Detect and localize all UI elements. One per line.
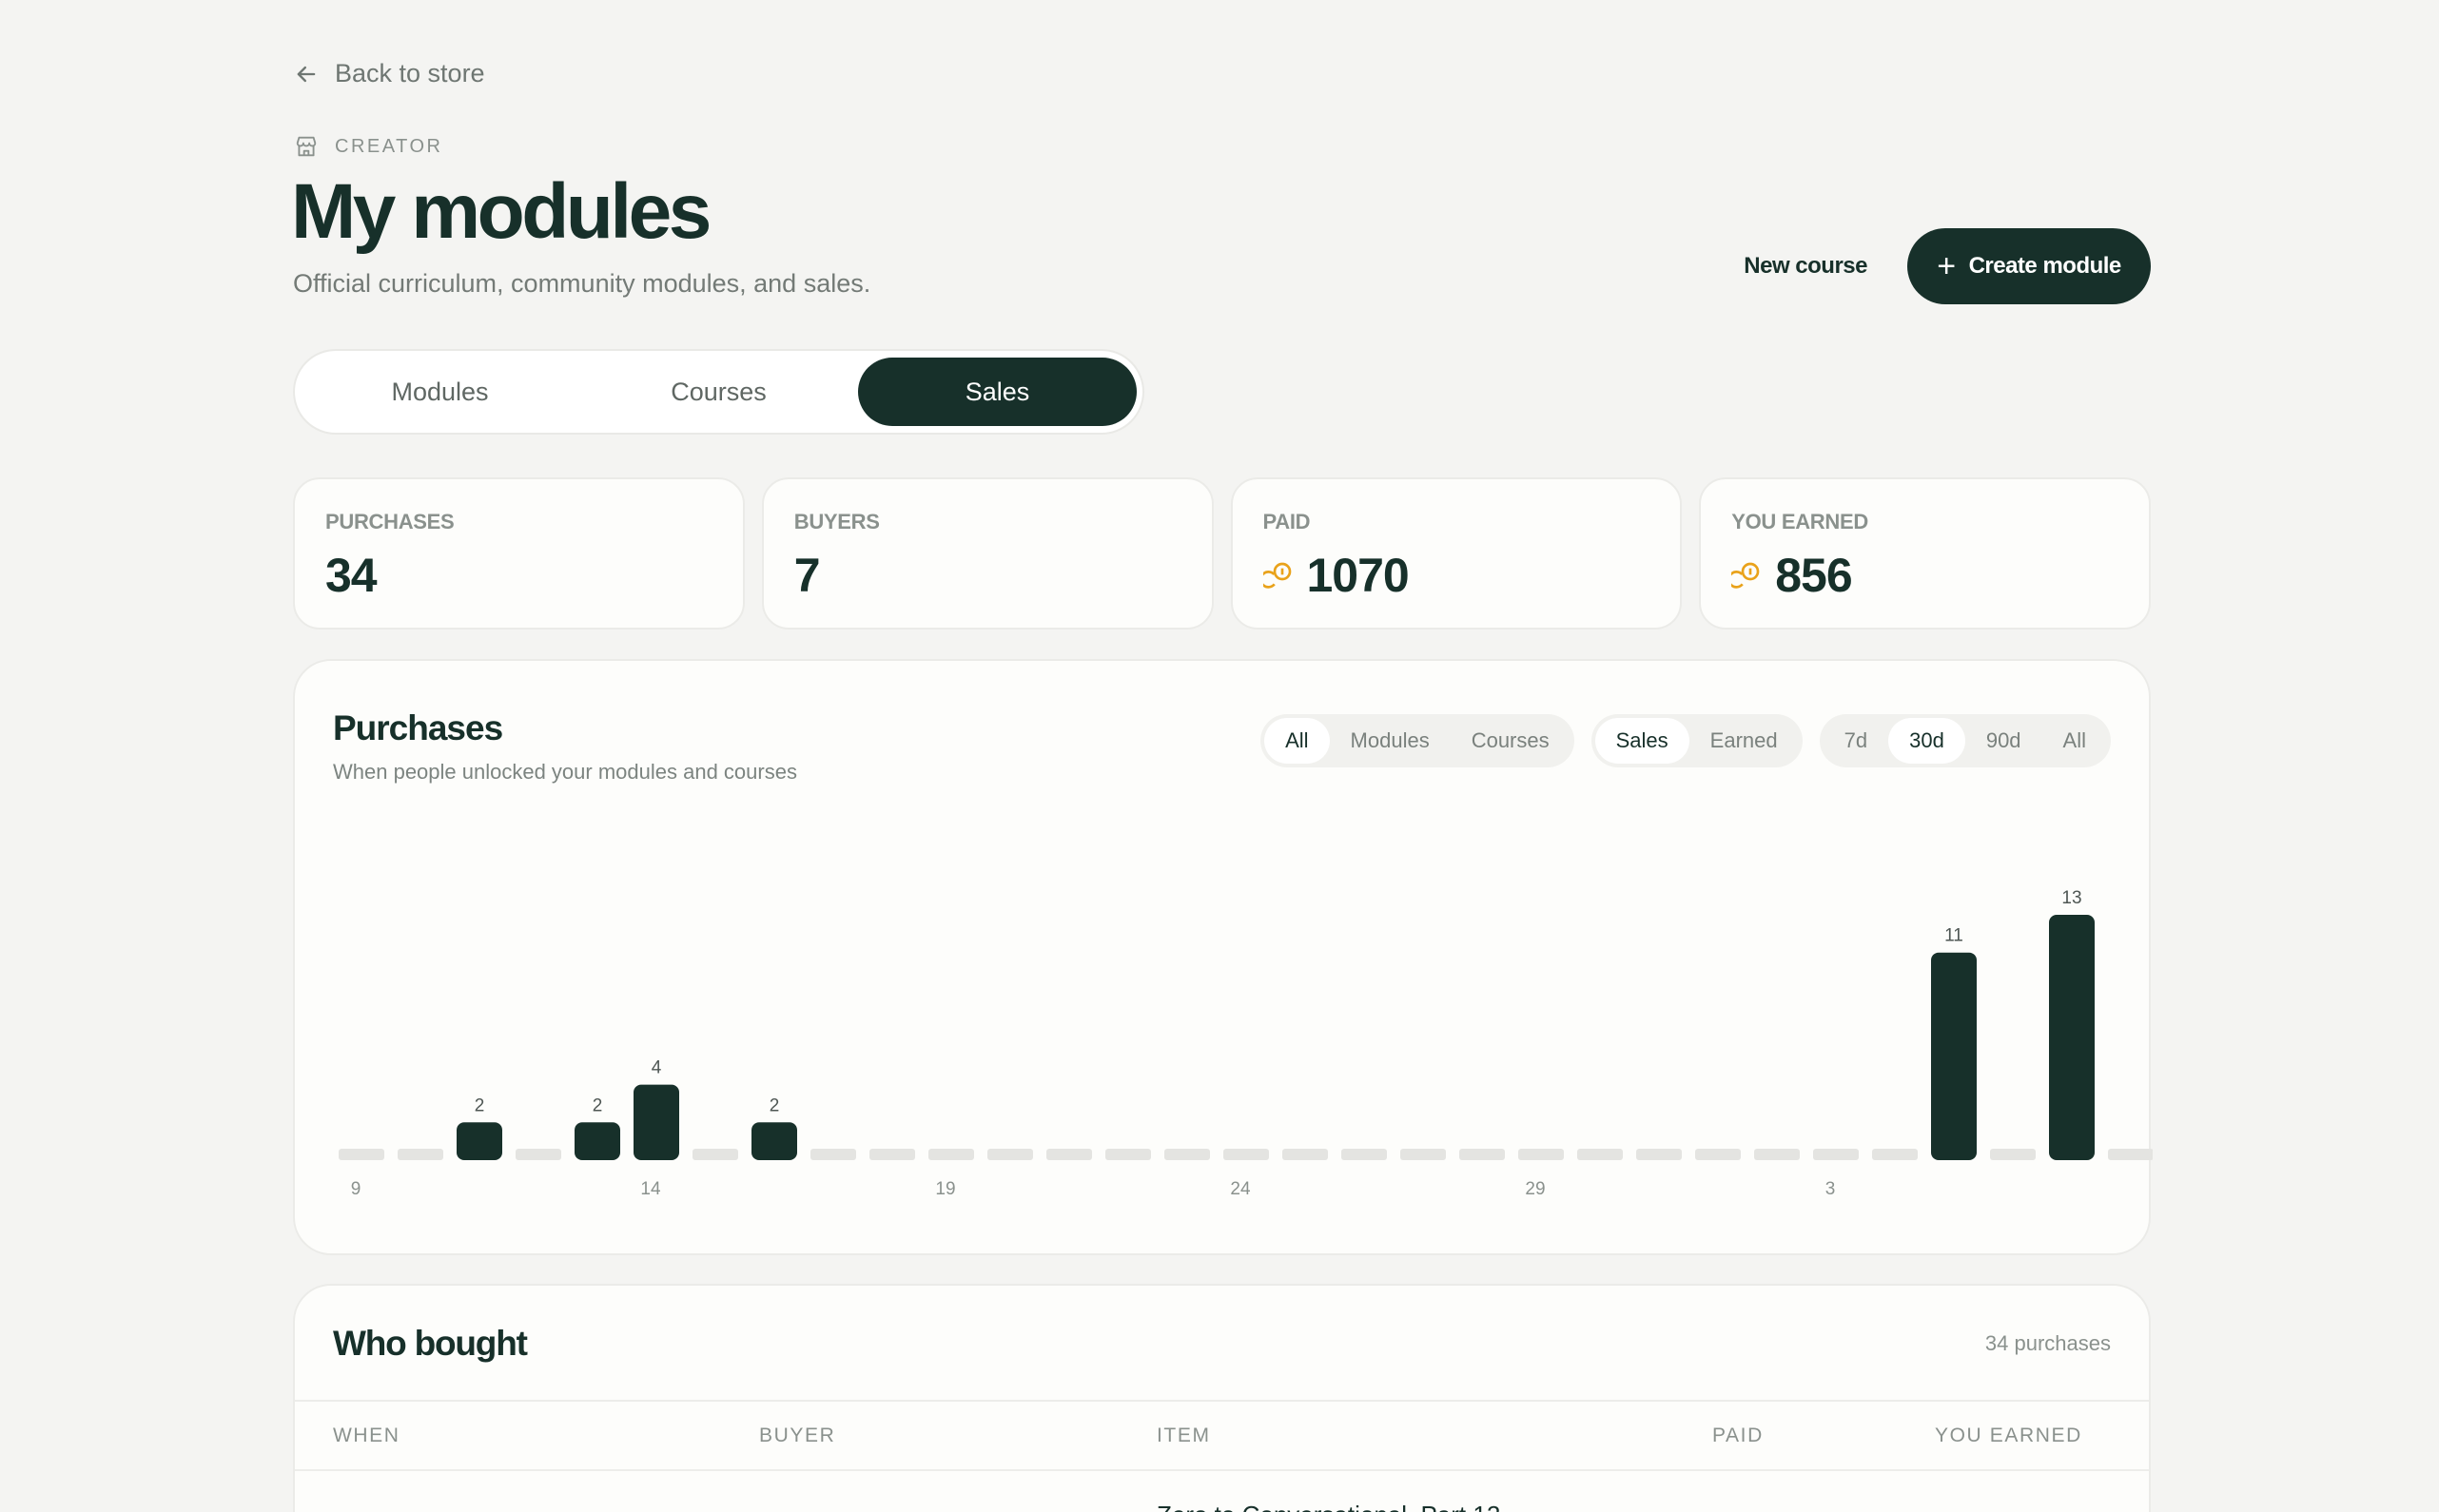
empty-bar-6 <box>1990 1149 2036 1160</box>
col-when: WHEN <box>333 1425 400 1446</box>
empty-bar-25 <box>1282 1149 1328 1160</box>
empty-bar-23 <box>1164 1149 1210 1160</box>
who-bought-card: Who bought 34 purchases WHEN BUYER ITEM … <box>293 1284 2151 1512</box>
bar-13 <box>575 1122 620 1160</box>
stat-paid: PAID 1070 <box>1230 477 1683 630</box>
stat-value: 1070 <box>1262 548 1650 603</box>
stats-row: PURCHASES 34 BUYERS 7 PAID 1070 YOU EARN… <box>293 477 2151 630</box>
create-module-label: Create module <box>1968 253 2122 279</box>
stat-purchases: PURCHASES 34 <box>293 477 745 630</box>
back-label: Back to store <box>335 59 485 87</box>
table-row-item: Zero to Conversational, Part 12 <box>1157 1501 1500 1512</box>
stat-label: BUYERS <box>793 510 880 533</box>
x-tick-label: 14 <box>640 1179 661 1199</box>
col-buyer: BUYER <box>759 1425 836 1446</box>
data-label: 13 <box>2061 888 2081 908</box>
tab-sales[interactable]: Sales <box>858 358 1137 426</box>
new-course-button[interactable]: New course <box>1744 253 1867 280</box>
data-label: 11 <box>1944 926 1963 946</box>
plus-icon: + <box>1937 248 1956 284</box>
empty-bar-28 <box>1459 1149 1505 1160</box>
bar-11 <box>457 1122 502 1160</box>
creator-eyebrow: CREATOR <box>293 133 442 160</box>
stat-buyers: BUYERS 7 <box>761 477 1214 630</box>
empty-bar-10 <box>398 1149 443 1160</box>
empty-bar-29 <box>1518 1149 1564 1160</box>
x-tick-label: 19 <box>935 1179 955 1199</box>
coins-icon <box>1262 562 1291 589</box>
data-label: 2 <box>770 1095 780 1115</box>
empty-bar-22 <box>1105 1149 1151 1160</box>
eyebrow-label: CREATOR <box>335 135 443 157</box>
stat-label: PAID <box>1262 510 1311 533</box>
x-tick-label: 9 <box>351 1179 361 1199</box>
stat-value: 7 <box>794 548 1181 603</box>
page-title: My modules <box>291 168 712 255</box>
empty-bar-24 <box>1223 1149 1269 1160</box>
tab-modules[interactable]: Modules <box>301 358 579 426</box>
empty-bar-27 <box>1400 1149 1446 1160</box>
stat-value: 34 <box>325 548 712 603</box>
arrow-left-icon <box>297 66 316 82</box>
empty-bar-2 <box>1754 1149 1800 1160</box>
empty-bar-8 <box>2108 1149 2153 1160</box>
section-tabs: Modules Courses Sales <box>293 349 1144 435</box>
data-label: 2 <box>593 1095 603 1115</box>
bar-14 <box>634 1084 679 1160</box>
coins-icon <box>1731 562 1760 589</box>
bar-16 <box>751 1122 797 1160</box>
header-actions: New course + Create module <box>1744 228 2151 304</box>
stat-number: 7 <box>793 549 821 602</box>
x-tick-label: 24 <box>1230 1179 1251 1199</box>
empty-bar-3 <box>1813 1149 1859 1160</box>
tab-courses[interactable]: Courses <box>579 358 858 426</box>
back-to-store-link[interactable]: Back to store <box>293 59 485 88</box>
empty-bar-19 <box>928 1149 974 1160</box>
empty-bar-30 <box>1577 1149 1623 1160</box>
who-bought-title: Who bought <box>333 1324 528 1363</box>
purchases-bar-chart: 92 2414219 24 29 31113 <box>339 888 2153 1199</box>
x-tick-label: 3 <box>1825 1179 1836 1199</box>
page-subtitle: Official curriculum, community modules, … <box>293 269 871 298</box>
data-label: 4 <box>652 1058 662 1078</box>
create-module-button[interactable]: + Create module <box>1907 228 2151 304</box>
empty-bar-1 <box>1695 1149 1741 1160</box>
stat-number: 856 <box>1775 549 1852 602</box>
stat-value: 856 <box>1731 548 2118 603</box>
empty-bar-31 <box>1636 1149 1682 1160</box>
empty-bar-21 <box>1046 1149 1092 1160</box>
empty-bar-12 <box>516 1149 561 1160</box>
empty-bar-9 <box>339 1149 384 1160</box>
table-header: WHEN BUYER ITEM PAID YOU EARNED <box>295 1400 2149 1471</box>
col-you-earned: YOU EARNED <box>1935 1425 2082 1446</box>
stat-number: 34 <box>325 549 378 602</box>
x-tick-label: 29 <box>1525 1179 1545 1199</box>
store-icon <box>296 136 317 157</box>
stat-earned: YOU EARNED 856 <box>1699 477 2151 630</box>
empty-bar-26 <box>1341 1149 1387 1160</box>
stat-label: PURCHASES <box>325 510 455 533</box>
stat-number: 1070 <box>1306 549 1410 602</box>
empty-bar-17 <box>810 1149 856 1160</box>
bar-7 <box>2049 915 2095 1160</box>
stat-label: YOU EARNED <box>1731 510 1868 533</box>
empty-bar-15 <box>693 1149 738 1160</box>
empty-bar-18 <box>869 1149 915 1160</box>
empty-bar-20 <box>987 1149 1033 1160</box>
col-item: ITEM <box>1157 1425 1211 1446</box>
col-paid: PAID <box>1712 1425 1764 1446</box>
bar-5 <box>1931 952 1977 1160</box>
purchase-count: 34 purchases <box>1984 1331 2111 1355</box>
empty-bar-4 <box>1872 1149 1918 1160</box>
data-label: 2 <box>475 1095 485 1115</box>
purchases-card: Purchases When people unlocked your modu… <box>293 659 2153 1255</box>
